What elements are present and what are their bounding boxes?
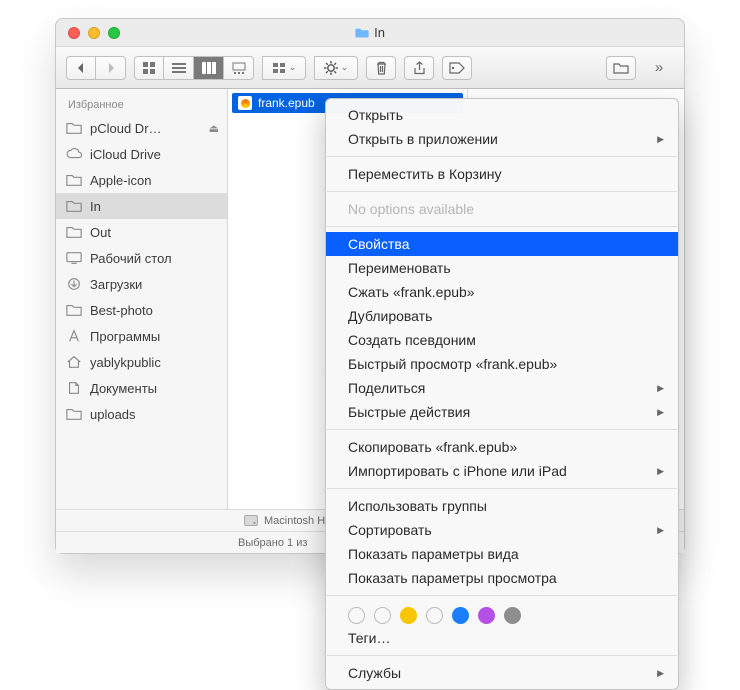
column-view-button[interactable] — [194, 56, 224, 80]
sidebar-item-label: pCloud Dr… — [90, 121, 162, 136]
sidebar-item-out[interactable]: Out — [56, 219, 227, 245]
file-name: frank.epub — [258, 96, 315, 110]
sidebar-item-icloud-drive[interactable]: iCloud Drive — [56, 141, 227, 167]
icon-view-button[interactable] — [134, 56, 164, 80]
menu-separator — [327, 429, 677, 430]
tag-color-dot[interactable] — [348, 607, 365, 624]
menu-item[interactable]: Использовать группы — [326, 494, 678, 518]
menu-item[interactable]: Поделиться — [326, 376, 678, 400]
close-window-button[interactable] — [68, 27, 80, 39]
menu-item[interactable]: Скопировать «frank.epub» — [326, 435, 678, 459]
sidebar-item-label: iCloud Drive — [90, 147, 161, 162]
menu-item-services[interactable]: Службы — [326, 661, 678, 685]
menu-separator — [327, 156, 677, 157]
tag-color-dot[interactable] — [426, 607, 443, 624]
sidebar-item--[interactable]: Документы — [56, 375, 227, 401]
sidebar-item--[interactable]: Программы — [56, 323, 227, 349]
sidebar: Избранное pCloud Dr… ⏏ iCloud Drive Apple-i… — [56, 89, 228, 509]
sidebar-item-label: Best-photo — [90, 303, 153, 318]
sidebar-item-label: yablykpublic — [90, 355, 161, 370]
menu-item[interactable]: Дублировать — [326, 304, 678, 328]
menu-item[interactable]: Быстрые действия — [326, 400, 678, 424]
status-text: Выбрано 1 из — [238, 537, 307, 549]
sidebar-item-in[interactable]: In — [56, 193, 227, 219]
nav-buttons — [66, 56, 126, 80]
menu-separator — [327, 191, 677, 192]
disk-icon — [244, 515, 258, 526]
minimize-window-button[interactable] — [88, 27, 100, 39]
menu-item: No options available — [326, 197, 678, 221]
window-controls — [56, 27, 120, 39]
menu-item-tags[interactable]: Теги… — [326, 626, 678, 650]
sidebar-item-best-photo[interactable]: Best-photo — [56, 297, 227, 323]
menu-item[interactable]: Переместить в Корзину — [326, 162, 678, 186]
arrange-button[interactable]: ⌄ — [262, 56, 306, 80]
zoom-window-button[interactable] — [108, 27, 120, 39]
sidebar-item-label: Рабочий стол — [90, 251, 172, 266]
path-root: Macintosh HD — [264, 515, 333, 527]
menu-item[interactable]: Импортировать с iPhone или iPad — [326, 459, 678, 483]
tag-color-dot[interactable] — [452, 607, 469, 624]
arrange-group: ⌄ — [262, 56, 306, 80]
sidebar-item--[interactable]: Загрузки — [56, 271, 227, 297]
menu-item[interactable]: Открыть в приложении — [326, 127, 678, 151]
tag-colors-row — [326, 601, 678, 626]
menu-separator — [327, 226, 677, 227]
sidebar-item-yablykpublic[interactable]: yablykpublic — [56, 349, 227, 375]
back-button[interactable] — [66, 56, 96, 80]
tag-color-dot[interactable] — [400, 607, 417, 624]
tags-button[interactable] — [442, 56, 472, 80]
window-title: In — [56, 25, 684, 40]
sidebar-item-label: Загрузки — [90, 277, 142, 292]
menu-item[interactable]: Быстрый просмотр «frank.epub» — [326, 352, 678, 376]
share-button[interactable] — [404, 56, 434, 80]
menu-separator — [327, 655, 677, 656]
tag-color-dot[interactable] — [504, 607, 521, 624]
menu-separator — [327, 595, 677, 596]
view-mode-buttons — [134, 56, 254, 80]
list-view-button[interactable] — [164, 56, 194, 80]
tag-color-dot[interactable] — [374, 607, 391, 624]
menu-item[interactable]: Открыть — [326, 103, 678, 127]
context-menu: ОткрытьОткрыть в приложении Переместить в… — [325, 98, 679, 690]
menu-item[interactable]: Переименовать — [326, 256, 678, 280]
menu-item[interactable]: Сортировать — [326, 518, 678, 542]
sidebar-item-label: Документы — [90, 381, 157, 396]
trash-button[interactable] — [366, 56, 396, 80]
action-button[interactable]: ⌄ — [314, 56, 358, 80]
sidebar-item-label: Программы — [90, 329, 160, 344]
sidebar-item-uploads[interactable]: uploads — [56, 401, 227, 427]
menu-item[interactable]: Показать параметры вида — [326, 542, 678, 566]
menu-item[interactable]: Сжать «frank.epub» — [326, 280, 678, 304]
sidebar-item-pcloud-dr-[interactable]: pCloud Dr… ⏏ — [56, 115, 227, 141]
folder-icon — [355, 27, 369, 38]
menu-item[interactable]: Показать параметры просмотра — [326, 566, 678, 590]
menu-item[interactable]: Создать псевдоним — [326, 328, 678, 352]
sidebar-item-label: uploads — [90, 407, 136, 422]
overflow-button[interactable]: » — [644, 56, 674, 80]
forward-button[interactable] — [96, 56, 126, 80]
toolbar: ⌄ ⌄ » — [56, 47, 684, 89]
sidebar-item-label: Out — [90, 225, 111, 240]
sidebar-section-header: Избранное — [56, 95, 227, 115]
titlebar: In — [56, 19, 684, 47]
new-folder-button[interactable] — [606, 56, 636, 80]
sidebar-item-label: Apple-icon — [90, 173, 151, 188]
epub-file-icon — [238, 96, 252, 110]
tag-color-dot[interactable] — [478, 607, 495, 624]
menu-item[interactable]: Свойства — [326, 232, 678, 256]
sidebar-item--[interactable]: Рабочий стол — [56, 245, 227, 271]
menu-separator — [327, 488, 677, 489]
action-group: ⌄ — [314, 56, 358, 80]
eject-icon[interactable]: ⏏ — [209, 122, 219, 135]
sidebar-item-apple-icon[interactable]: Apple-icon — [56, 167, 227, 193]
gallery-view-button[interactable] — [224, 56, 254, 80]
sidebar-item-label: In — [90, 199, 101, 214]
